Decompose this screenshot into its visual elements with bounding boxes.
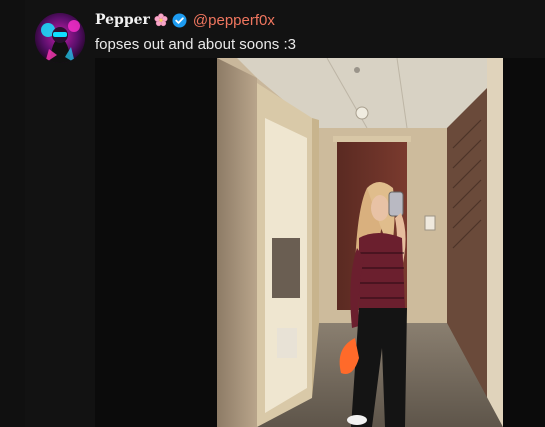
left-gutter xyxy=(0,0,25,427)
post-media[interactable] xyxy=(95,58,545,427)
avatar[interactable] xyxy=(35,13,85,63)
author-handle[interactable]: @pepperf0x xyxy=(193,12,275,29)
post-container: Pepper @pepperf0x fopses out and about s… xyxy=(0,0,545,427)
cherry-blossom-icon xyxy=(154,13,168,27)
avatar-image xyxy=(35,13,85,63)
post-header: Pepper @pepperf0x xyxy=(95,10,275,30)
post-photo[interactable] xyxy=(217,58,503,427)
post-text: fopses out and about soons :3 xyxy=(95,36,296,53)
verified-badge-icon xyxy=(172,13,187,28)
display-name[interactable]: Pepper xyxy=(95,12,150,28)
